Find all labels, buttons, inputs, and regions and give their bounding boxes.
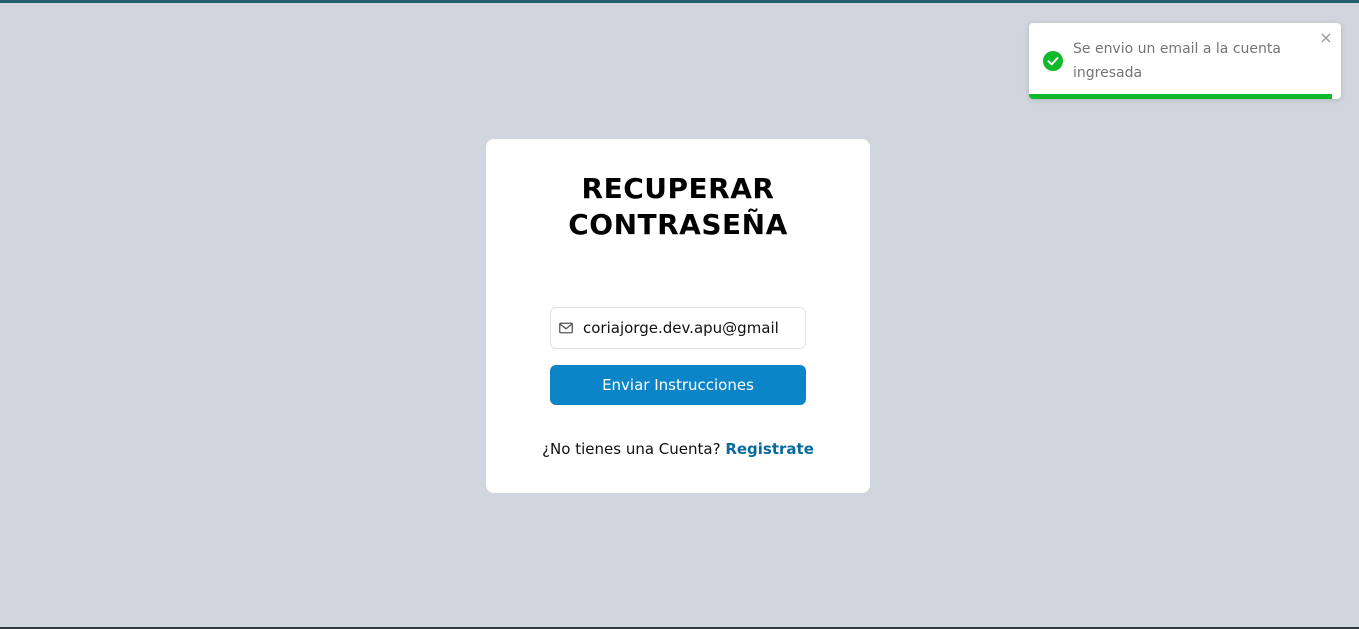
toast-progress-bar (1029, 94, 1332, 99)
register-prompt: ¿No tienes una Cuenta? Registrate (486, 440, 870, 458)
recover-password-card: RECUPERAR CONTRASEÑA Enviar Instruccione… (486, 139, 870, 493)
send-instructions-button[interactable]: Enviar Instrucciones (550, 365, 806, 405)
email-field[interactable] (550, 307, 806, 349)
success-toast: Se envio un email a la cuenta ingresada … (1029, 23, 1341, 99)
register-prompt-text: ¿No tienes una Cuenta? (542, 440, 726, 458)
top-accent-bar (0, 0, 1359, 3)
toast-message: Se envio un email a la cuenta ingresada (1073, 41, 1281, 81)
title-line-1: RECUPERAR (581, 172, 775, 205)
title-line-2: CONTRASEÑA (568, 208, 788, 241)
email-input[interactable] (583, 308, 803, 348)
page-title: RECUPERAR CONTRASEÑA (486, 171, 870, 243)
register-link[interactable]: Registrate (725, 440, 814, 458)
mail-icon (559, 322, 573, 334)
check-circle-icon (1043, 51, 1063, 71)
close-icon[interactable]: × (1318, 29, 1334, 47)
